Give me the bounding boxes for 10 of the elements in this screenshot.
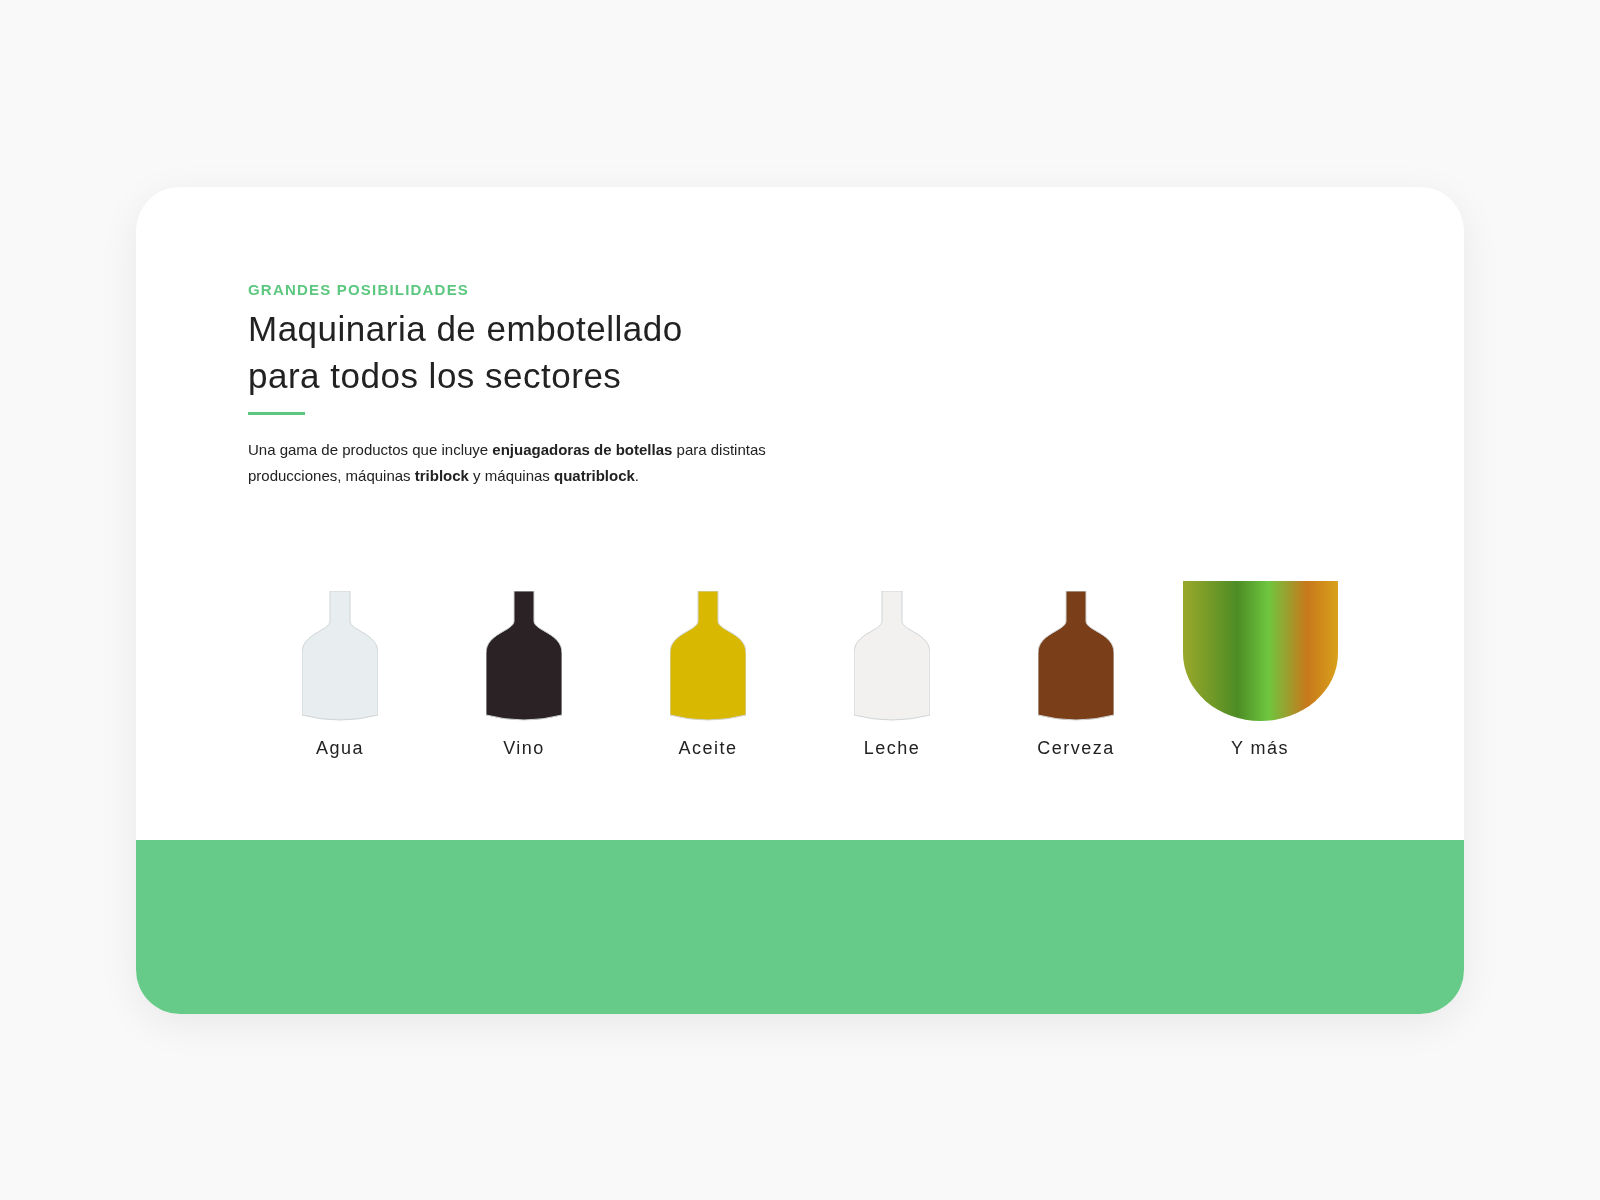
product-label: Aceite <box>678 736 738 760</box>
product-label: Cerveza <box>1037 736 1115 760</box>
heading-line: para todos los sectores <box>248 354 623 396</box>
product-label: Y más <box>1230 736 1290 760</box>
section-kicker: GRANDES POSIBILIDADES <box>248 280 471 300</box>
product-label: Leche <box>863 736 921 760</box>
description-text: Una gama de productos que incluye enjuagadoras de botellas para distintas producciones, máquinas triblock y máquinas quatriblock. <box>248 439 767 486</box>
product-label: Vino <box>503 736 545 760</box>
product-label: Agua <box>315 736 364 760</box>
heading-line: Maquinaria de embotellado <box>248 307 684 349</box>
